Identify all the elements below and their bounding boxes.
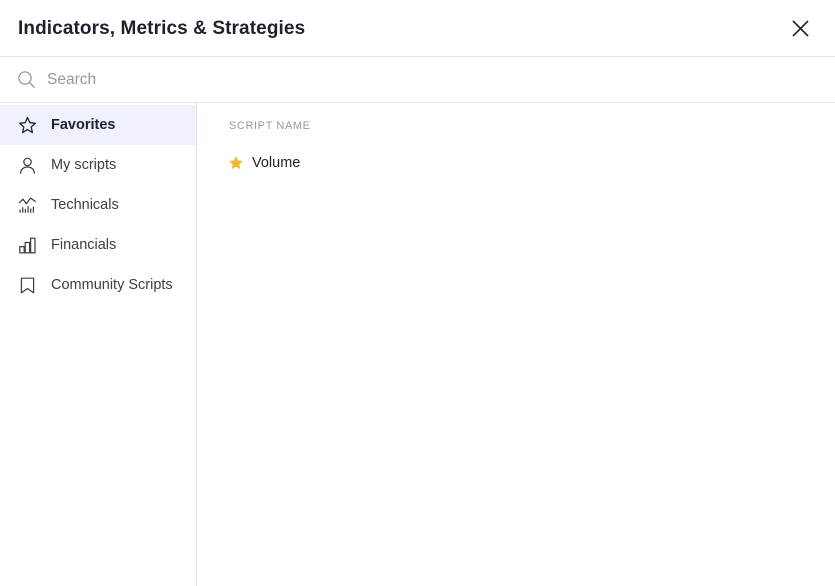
bar-chart-icon [17, 235, 37, 255]
search-icon [16, 70, 36, 90]
close-button[interactable] [785, 13, 815, 43]
dialog-body: Favorites My scripts Technicals Financia… [0, 103, 835, 586]
sidebar-item-my-scripts[interactable]: My scripts [0, 145, 196, 185]
star-filled-icon[interactable] [228, 155, 244, 171]
sidebar-item-label: Financials [51, 236, 117, 253]
sidebar-item-label: Technicals [51, 196, 119, 213]
bookmark-icon [17, 275, 37, 295]
close-icon [791, 19, 810, 38]
sidebar: Favorites My scripts Technicals Financia… [0, 103, 197, 586]
person-icon [17, 155, 37, 175]
sidebar-item-financials[interactable]: Financials [0, 225, 196, 265]
page-title: Indicators, Metrics & Strategies [18, 17, 306, 39]
search-input[interactable] [47, 69, 447, 90]
sidebar-item-community-scripts[interactable]: Community Scripts [0, 265, 196, 305]
sidebar-item-favorites[interactable]: Favorites [0, 105, 196, 145]
sidebar-item-label: Community Scripts [51, 276, 173, 293]
indicators-dialog: Indicators, Metrics & Strategies Search … [0, 0, 835, 586]
script-list-item[interactable]: Volume [206, 151, 835, 175]
sidebar-item-technicals[interactable]: Technicals [0, 185, 196, 225]
script-list-panel: Script name Volume [197, 103, 835, 586]
star-outline-icon [17, 115, 37, 135]
dialog-header: Indicators, Metrics & Strategies [0, 0, 835, 57]
indicator-chart-icon [17, 195, 37, 215]
column-header-script-name: Script name [229, 120, 311, 132]
script-name-label: Volume [252, 154, 301, 171]
search-bar[interactable] [0, 57, 835, 103]
sidebar-item-label: Favorites [51, 116, 116, 133]
sidebar-item-label: My scripts [51, 156, 117, 173]
